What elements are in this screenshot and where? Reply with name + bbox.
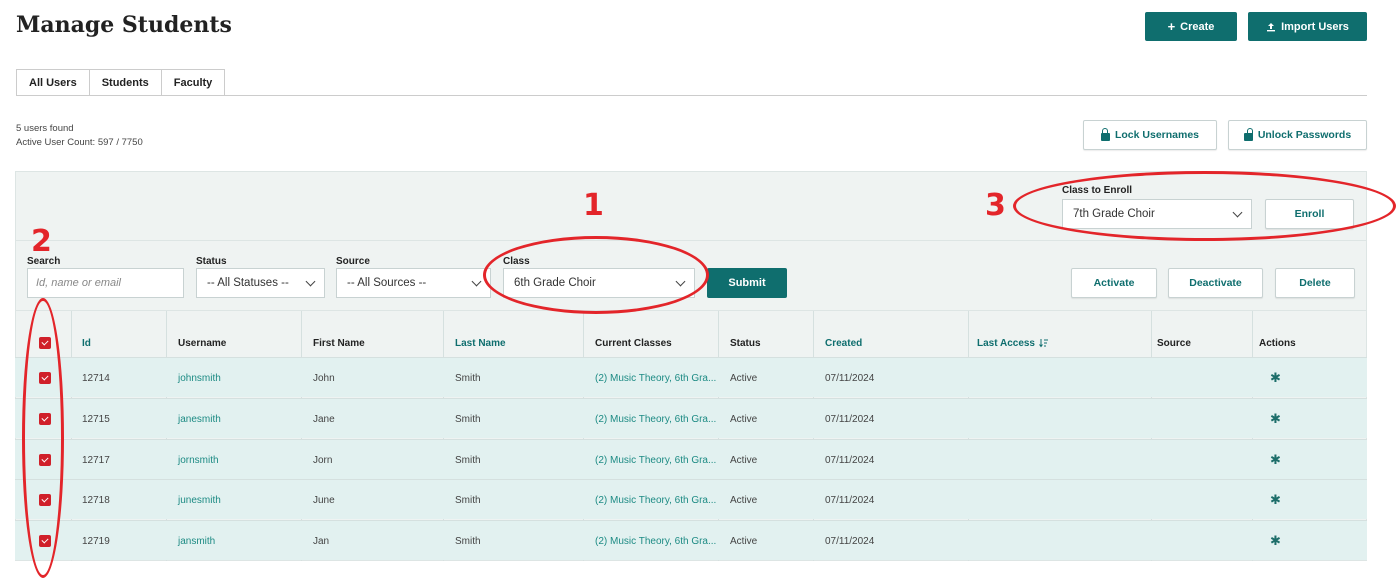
annotation-oval-checkboxes (22, 298, 64, 578)
cell-last-name: Smith (455, 372, 481, 384)
cell-first-name: Jan (313, 535, 330, 547)
cell-id: 12719 (82, 535, 110, 547)
gear-icon[interactable]: ✱ (1270, 411, 1281, 427)
status-select[interactable]: -- All Statuses -- (196, 268, 325, 298)
tab-students[interactable]: Students (88, 69, 162, 96)
table-row: 12717 jornsmith Jorn Smith (2) Music The… (15, 439, 1367, 479)
cell-username-link[interactable]: johnsmith (178, 358, 221, 398)
cell-id: 12715 (82, 413, 110, 425)
table-row: 12714 johnsmith John Smith (2) Music The… (15, 357, 1367, 397)
cell-current-classes-link[interactable]: (2) Music Theory, 6th Gra... (595, 358, 716, 398)
lock-usernames-label: Lock Usernames (1114, 129, 1200, 141)
cell-created: 07/11/2024 (825, 535, 875, 547)
cell-status: Active (730, 535, 758, 547)
create-button-label: Create (1180, 20, 1215, 33)
cell-username-link[interactable]: janesmith (178, 399, 221, 439)
upload-icon (1267, 22, 1276, 31)
active-user-count: Active User Count: 597 / 7750 (16, 137, 143, 148)
tab-faculty[interactable]: Faculty (160, 69, 226, 96)
cell-current-classes-link[interactable]: (2) Music Theory, 6th Gra... (595, 399, 716, 439)
table-row: 12718 junesmith June Smith (2) Music The… (15, 479, 1367, 519)
chevron-down-icon (305, 276, 316, 286)
cell-last-name: Smith (455, 454, 481, 466)
cell-status: Active (730, 494, 758, 506)
tabs-divider (16, 95, 1367, 96)
source-label: Source (336, 256, 370, 267)
cell-current-classes-link[interactable]: (2) Music Theory, 6th Gra... (595, 440, 716, 480)
annotation-oval-class-filter (483, 236, 709, 314)
cell-created: 07/11/2024 (825, 372, 875, 384)
activate-button[interactable]: Activate (1071, 268, 1157, 298)
tab-all-users[interactable]: All Users (16, 69, 90, 96)
gear-icon[interactable]: ✱ (1270, 533, 1281, 549)
gear-icon[interactable]: ✱ (1270, 370, 1281, 386)
cell-username-link[interactable]: junesmith (178, 480, 221, 520)
lock-usernames-button[interactable]: Lock Usernames (1083, 120, 1217, 150)
cell-username-link[interactable]: jornsmith (178, 440, 219, 480)
table-row: 12715 janesmith Jane Smith (2) Music The… (15, 398, 1367, 438)
delete-button[interactable]: Delete (1275, 268, 1355, 298)
cell-id: 12718 (82, 494, 110, 506)
create-button[interactable]: + Create (1145, 12, 1237, 41)
import-users-button[interactable]: Import Users (1248, 12, 1367, 41)
cell-id: 12717 (82, 454, 110, 466)
cell-last-name: Smith (455, 535, 481, 547)
plus-icon: + (1167, 19, 1176, 34)
annotation-oval-enroll (1013, 171, 1396, 241)
cell-first-name: John (313, 372, 335, 384)
cell-current-classes-link[interactable]: (2) Music Theory, 6th Gra... (595, 521, 716, 561)
cell-first-name: Jorn (313, 454, 333, 466)
cell-last-name: Smith (455, 494, 481, 506)
cell-created: 07/11/2024 (825, 494, 875, 506)
sort-descending-icon (1039, 339, 1048, 348)
submit-button[interactable]: Submit (707, 268, 787, 298)
cell-first-name: June (313, 494, 335, 506)
user-tabs: All Users Students Faculty (16, 69, 226, 96)
cell-first-name: Jane (313, 413, 335, 425)
source-select-value: -- All Sources -- (347, 277, 427, 289)
status-select-value: -- All Statuses -- (207, 277, 289, 289)
gear-icon[interactable]: ✱ (1270, 452, 1281, 468)
unlock-icon (1243, 127, 1253, 141)
cell-username-link[interactable]: jansmith (178, 521, 215, 561)
search-input[interactable]: Id, name or email (27, 268, 184, 298)
table-row: 12719 jansmith Jan Smith (2) Music Theor… (15, 520, 1367, 560)
annotation-number-1: 1 (583, 188, 604, 223)
cell-status: Active (730, 413, 758, 425)
cell-status: Active (730, 372, 758, 384)
status-label: Status (196, 256, 227, 267)
column-header-last-access-label: Last Access (977, 337, 1035, 349)
chevron-down-icon (471, 276, 482, 286)
cell-status: Active (730, 454, 758, 466)
unlock-passwords-label: Unlock Passwords (1257, 129, 1352, 141)
annotation-number-3: 3 (985, 188, 1006, 223)
lock-icon (1100, 127, 1110, 141)
cell-created: 07/11/2024 (825, 454, 875, 466)
gear-icon[interactable]: ✱ (1270, 492, 1281, 508)
cell-created: 07/11/2024 (825, 413, 875, 425)
cell-id: 12714 (82, 372, 110, 384)
cell-current-classes-link[interactable]: (2) Music Theory, 6th Gra... (595, 480, 716, 520)
unlock-passwords-button[interactable]: Unlock Passwords (1228, 120, 1367, 150)
panel-divider (15, 310, 1367, 311)
annotation-number-2: 2 (31, 224, 52, 259)
page-title: Manage Students (16, 12, 232, 38)
import-users-label: Import Users (1281, 20, 1349, 33)
source-select[interactable]: -- All Sources -- (336, 268, 491, 298)
users-found-text: 5 users found (16, 123, 74, 134)
deactivate-button[interactable]: Deactivate (1168, 268, 1263, 298)
cell-last-name: Smith (455, 413, 481, 425)
